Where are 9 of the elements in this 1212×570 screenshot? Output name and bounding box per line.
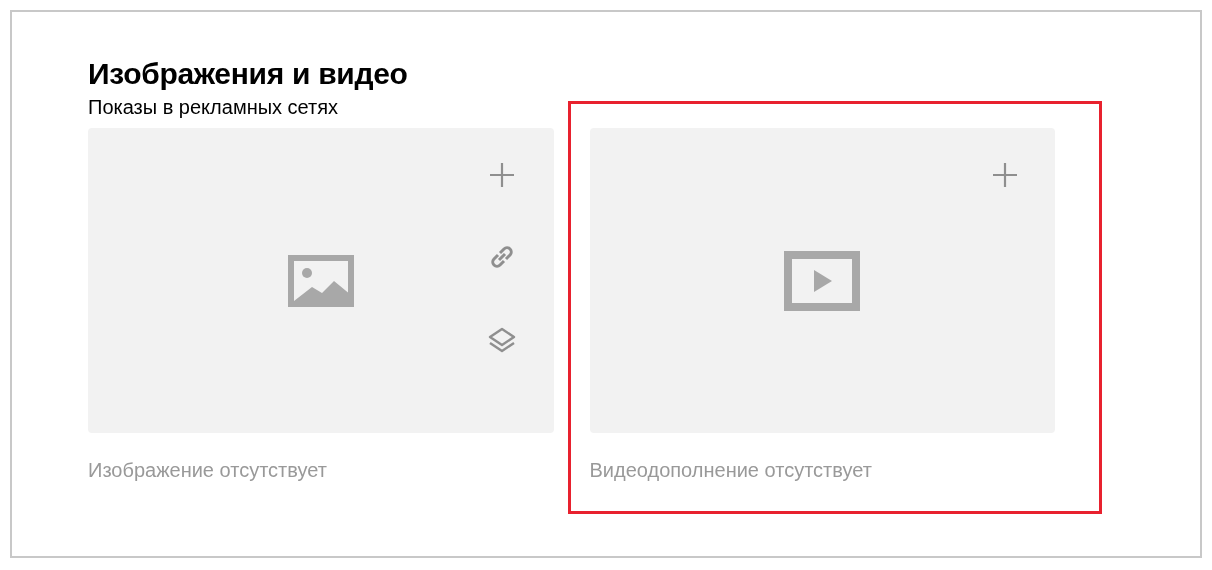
empty-caption: Видеодополнение отсутствует bbox=[589, 458, 872, 482]
image-icon bbox=[287, 254, 354, 307]
video-icon bbox=[784, 250, 861, 311]
empty-caption: Изображение отсутствует bbox=[88, 458, 327, 482]
add-icon[interactable] bbox=[488, 162, 515, 188]
add-icon[interactable] bbox=[992, 162, 1018, 188]
section-title: Изображения и видео bbox=[88, 56, 409, 92]
link-icon[interactable] bbox=[488, 244, 515, 270]
section-subtitle: Показы в рекламных сетях bbox=[88, 95, 339, 119]
